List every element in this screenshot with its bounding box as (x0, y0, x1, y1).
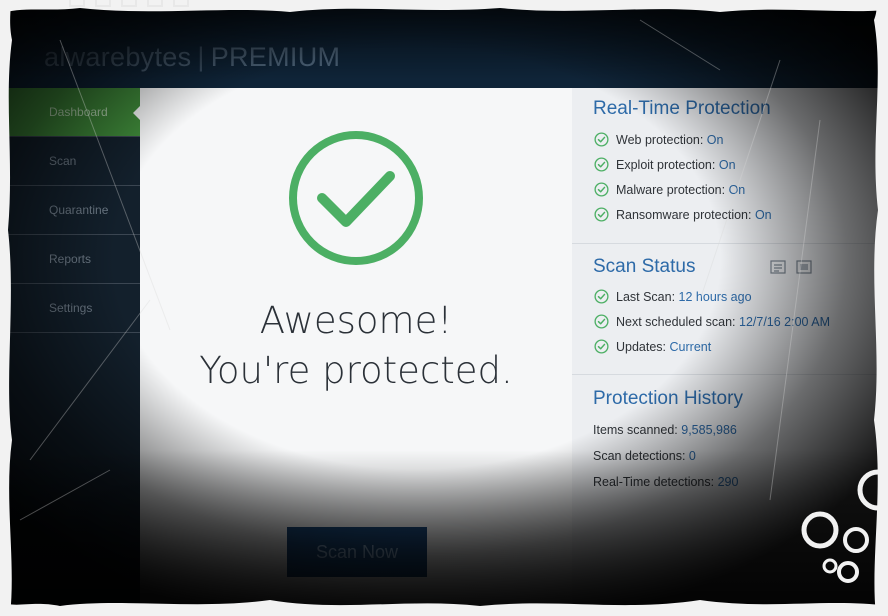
sidebar-item-reports[interactable]: Reports (0, 235, 140, 284)
row-label: Last Scan: (616, 290, 679, 304)
sidebar-item-label: Scan (49, 154, 77, 168)
history-row-realtime-detections: Real-Time detections: 290 (593, 475, 738, 489)
app-window: alwarebytes | PREMIUM Dashboard Scan Quara… (0, 0, 888, 616)
protection-history-panel: Protection History Items scanned: 9,585,… (572, 375, 888, 616)
sidebar: Dashboard Scan Quarantine Reports Settin… (0, 88, 141, 616)
title-bar: alwarebytes | PREMIUM (0, 0, 888, 88)
check-circle-icon (594, 207, 609, 222)
row-label: Real-Time detections: (593, 475, 718, 489)
row-value[interactable]: Current (670, 340, 712, 354)
row-label: Malware protection: (616, 183, 729, 197)
headline-line-1: Awesome! (259, 299, 453, 342)
row-label: Next scheduled scan: (616, 315, 739, 329)
check-circle-icon (594, 314, 609, 329)
brand-tier: PREMIUM (210, 42, 341, 72)
row-label: Ransomware protection: (616, 208, 755, 222)
row-value: 9,585,986 (681, 423, 737, 437)
scan-schedule-icon[interactable] (796, 260, 812, 274)
sidebar-item-dashboard[interactable]: Dashboard (0, 88, 141, 137)
headline-line-2: You're protected. (199, 349, 513, 392)
check-circle-icon (594, 157, 609, 172)
sidebar-item-label: Quarantine (49, 203, 109, 217)
scan-row-next-scheduled: Next scheduled scan: 12/7/16 2:00 AM (594, 314, 830, 329)
history-row-items-scanned: Items scanned: 9,585,986 (593, 423, 737, 437)
scan-row-last-scan: Last Scan: 12 hours ago (594, 289, 752, 304)
row-label: Scan detections: (593, 449, 689, 463)
row-value[interactable]: 290 (718, 475, 739, 489)
row-value[interactable]: 12/7/16 2:00 AM (739, 315, 830, 329)
check-circle-icon (594, 339, 609, 354)
scan-report-icon[interactable] (770, 260, 786, 274)
sidebar-item-settings[interactable]: Settings (0, 284, 140, 333)
check-circle-icon (594, 182, 609, 197)
row-label: Web protection: (616, 133, 707, 147)
sidebar-item-label: Settings (49, 301, 93, 315)
realtime-row-malware: Malware protection: On (594, 182, 745, 197)
sidebar-item-label: Dashboard (49, 105, 108, 119)
row-label: Items scanned: (593, 423, 682, 437)
sidebar-item-label: Reports (49, 252, 92, 266)
row-value: On (706, 133, 724, 147)
row-label: Updates: (616, 340, 670, 354)
realtime-row-exploit: Exploit protection: On (594, 157, 736, 172)
protection-history-title: Protection History (593, 388, 743, 409)
row-value: On (728, 183, 746, 197)
protected-check-icon (289, 131, 423, 265)
scan-status-title: Scan Status (593, 256, 696, 277)
status-pane: Real-Time Protection Web protection: On … (572, 88, 888, 616)
sidebar-item-quarantine[interactable]: Quarantine (0, 186, 140, 235)
scan-now-button[interactable]: Scan Now (287, 527, 427, 577)
row-value: On (754, 208, 772, 222)
protection-status-message: Awesome! You're protected. (140, 296, 572, 396)
row-value: On (718, 158, 736, 172)
realtime-protection-panel: Real-Time Protection Web protection: On … (572, 88, 888, 244)
scan-row-updates: Updates: Current (594, 339, 711, 354)
realtime-row-ransomware: Ransomware protection: On (594, 207, 772, 222)
dashboard-main: Awesome! You're protected. Scan Now (140, 88, 572, 616)
brand-separator: | (197, 42, 205, 72)
row-value[interactable]: 12 hours ago (679, 290, 752, 304)
realtime-row-web: Web protection: On (594, 132, 723, 147)
sidebar-item-scan[interactable]: Scan (0, 137, 140, 186)
history-row-scan-detections: Scan detections: 0 (593, 449, 696, 463)
realtime-protection-title: Real-Time Protection (593, 98, 771, 119)
app-logo: alwarebytes | PREMIUM (44, 42, 340, 73)
check-circle-icon (594, 132, 609, 147)
row-value[interactable]: 0 (689, 449, 696, 463)
check-circle-icon (594, 289, 609, 304)
row-label: Exploit protection: (616, 158, 719, 172)
scan-status-panel: Scan Status Last Scan: 12 hours ago Next… (572, 244, 888, 375)
brand-name: alwarebytes (44, 42, 192, 72)
